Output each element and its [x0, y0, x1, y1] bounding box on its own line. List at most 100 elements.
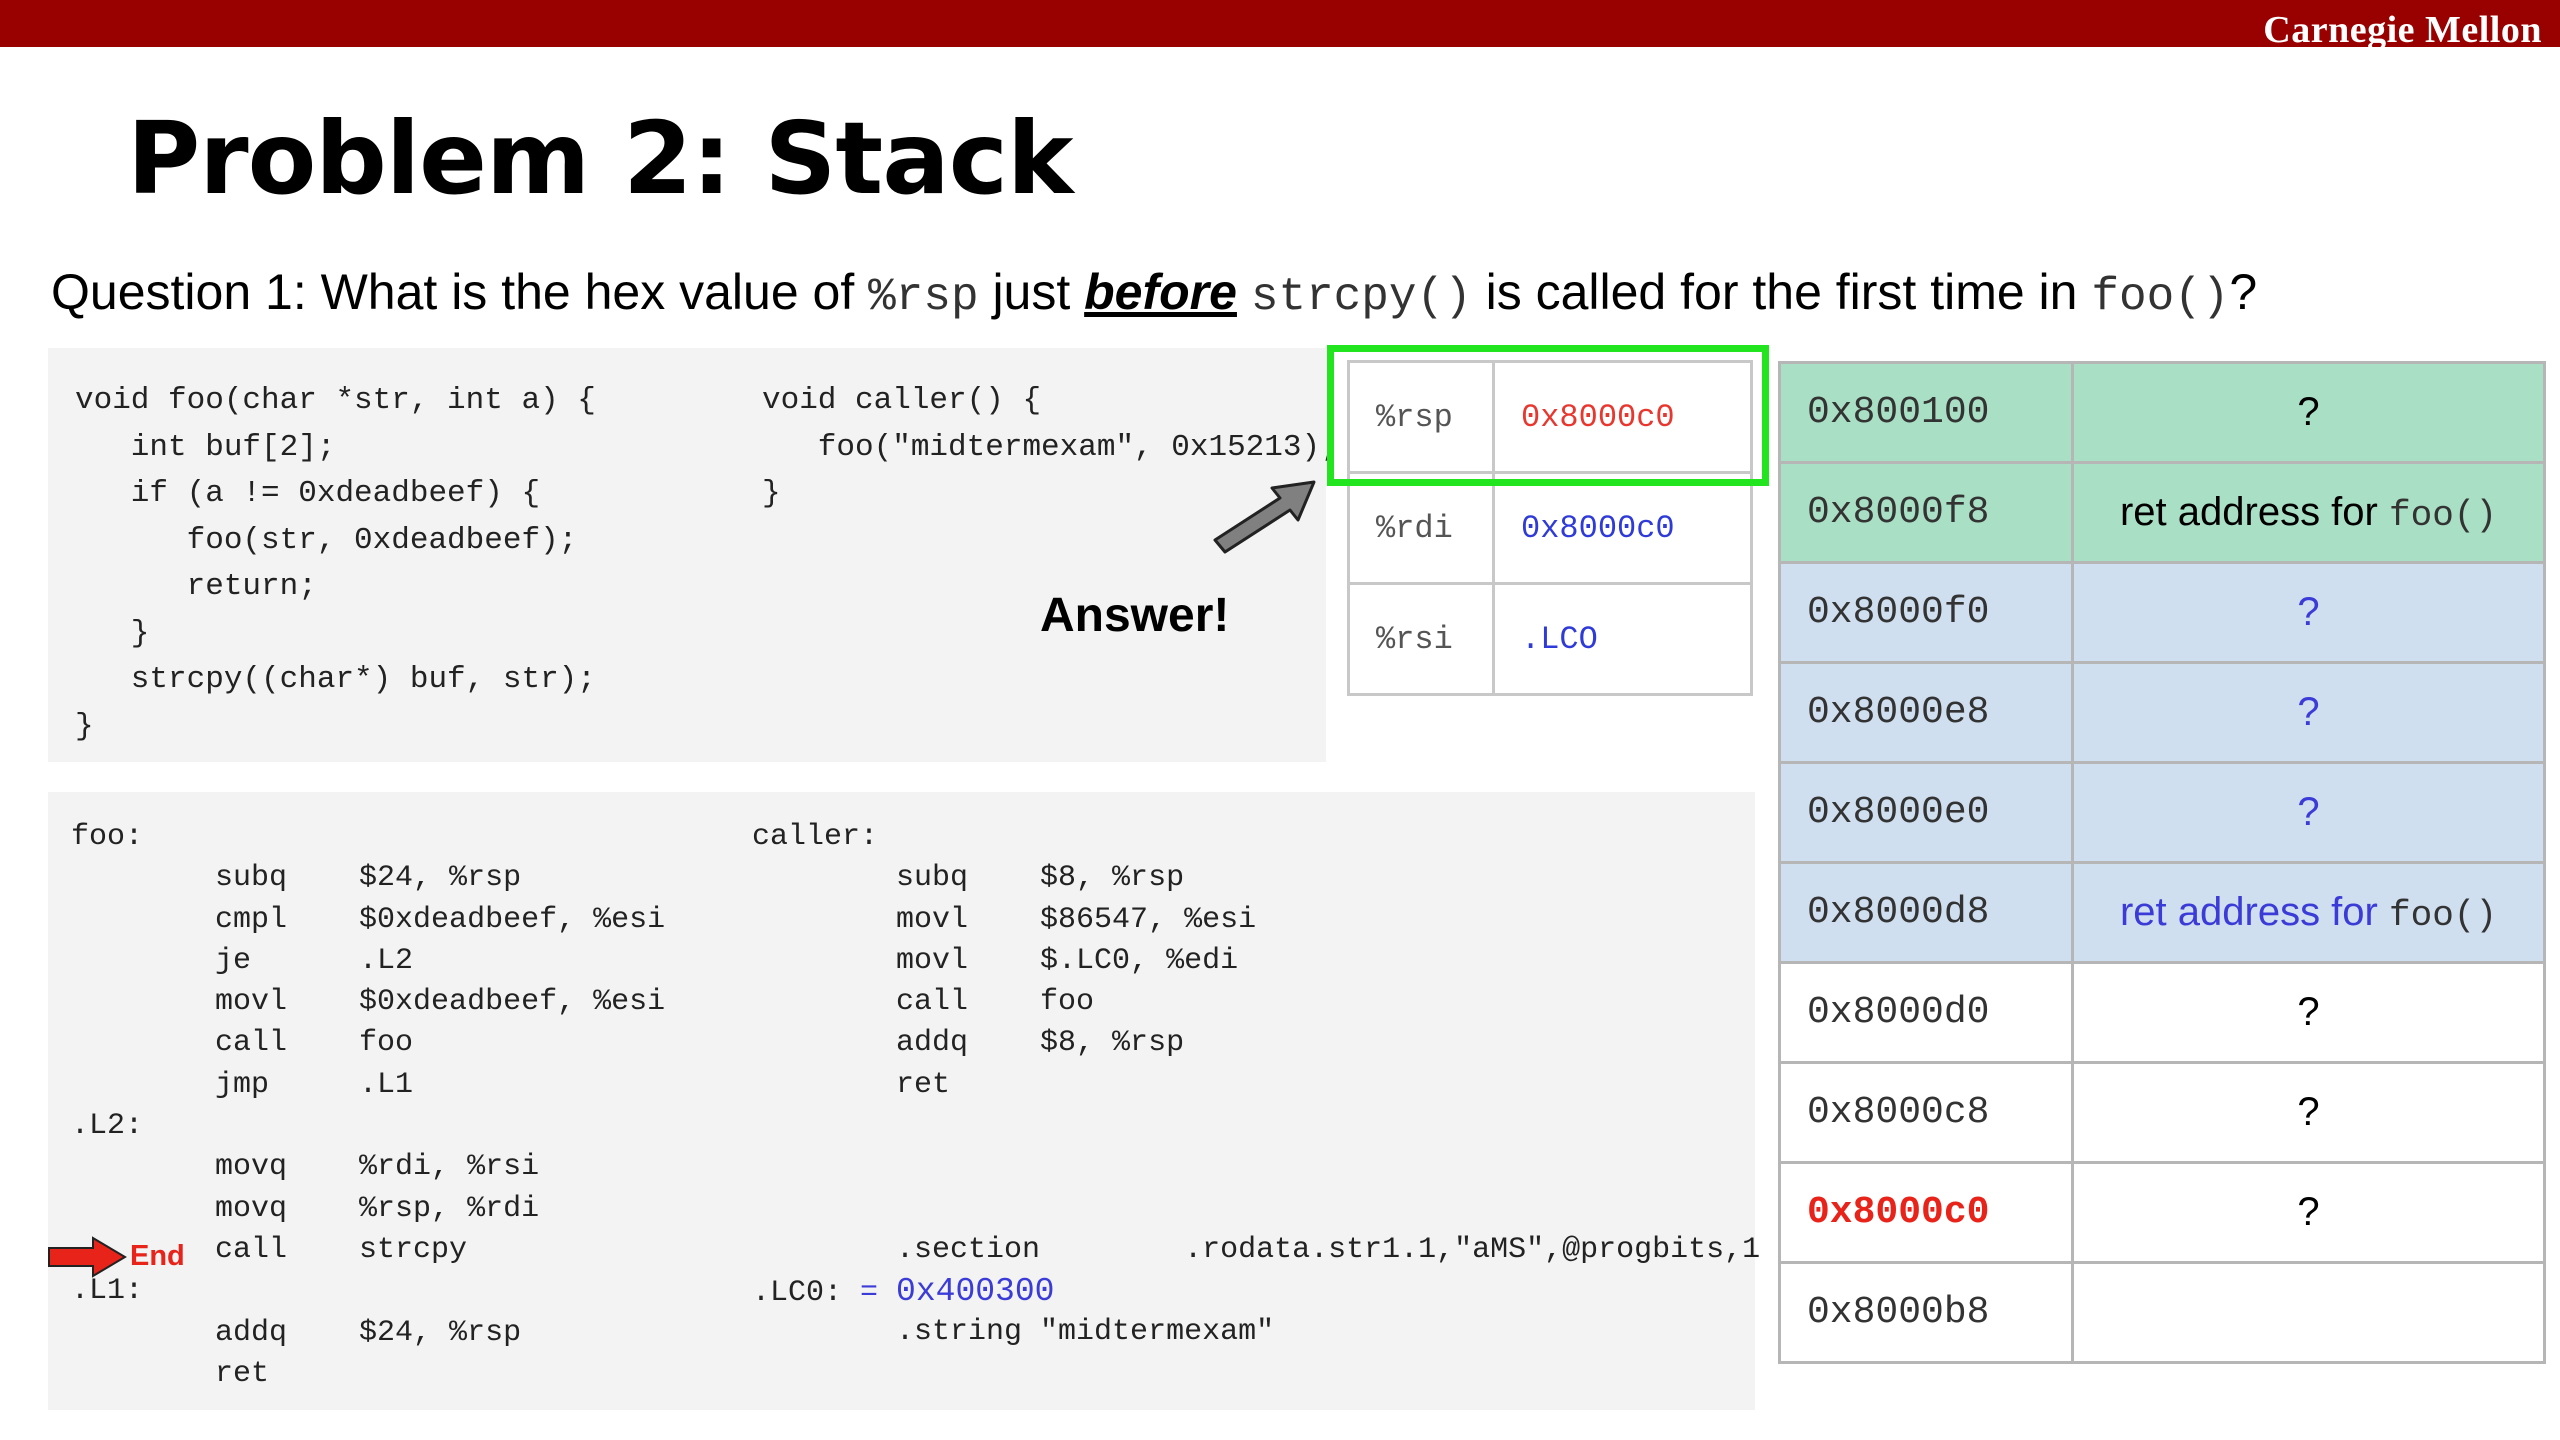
code-line: return;	[75, 569, 317, 604]
stack-content-text: ?	[2297, 790, 2320, 834]
code-line: void caller() {	[762, 383, 1042, 418]
question-prefix: Question 1: What is the hex value of	[51, 264, 869, 320]
register-name: %rsi	[1347, 582, 1495, 696]
answer-highlight-box	[1327, 345, 1769, 486]
question-emphasis: before	[1084, 264, 1237, 320]
code-line: if (a != 0xdeadbeef) {	[75, 476, 541, 511]
lc0-label: .LC0:	[752, 1276, 843, 1310]
lc0-equals: =	[842, 1276, 897, 1310]
code-line: }	[75, 708, 94, 744]
stack-content: ?	[2071, 961, 2546, 1064]
stack-content-text: ?	[2297, 590, 2320, 634]
stack-content-text: ?	[2297, 1090, 2320, 1134]
stack-content: ?	[2071, 661, 2546, 764]
code-line: .section .rodata.str1.1,"aMS",@progbits,…	[752, 1232, 1761, 1267]
lc0-address: 0x400300	[896, 1273, 1055, 1310]
answer-label: Answer!	[1040, 589, 1230, 642]
stack-content-text: ?	[2297, 690, 2320, 734]
end-marker-label: End	[130, 1240, 185, 1272]
code-line: addq $8, %rsp	[752, 1026, 1185, 1061]
stack-address: 0x8000d8	[1778, 861, 2074, 964]
stack-address: 0x8000f0	[1778, 561, 2074, 664]
asm-string-line: .string "midtermexam"	[752, 1315, 1275, 1349]
stack-content: ?	[2071, 1061, 2546, 1164]
stack-content: ret address for foo()	[2071, 861, 2546, 964]
stack-content-text: ret address for	[2119, 489, 2389, 534]
register-value: 0x8000c0	[1492, 471, 1753, 585]
register-row: %rsi .LCO	[1347, 582, 1753, 696]
register-name: %rdi	[1347, 471, 1495, 585]
asm-caller-code: caller: subq $8, %rsp movl $86547, %esi …	[752, 817, 1760, 1271]
stack-address: 0x8000f8	[1778, 461, 2074, 564]
question-function: strcpy()	[1250, 271, 1472, 323]
arrow-pointer-icon	[1213, 480, 1316, 554]
brand-name: Carnegie Mellon	[2263, 9, 2542, 51]
stack-content: ?	[2071, 1161, 2546, 1264]
code-line: ret	[71, 1356, 270, 1391]
code-line: movl $0xdeadbeef, %esi	[71, 985, 666, 1020]
code-line: jmp .L1	[71, 1067, 414, 1102]
c-source-panel: void foo(char *str, int a) { int buf[2];…	[48, 348, 1339, 762]
stack-address: 0x8000d0	[1778, 961, 2074, 1064]
code-line: je .L2	[71, 943, 414, 978]
code-line: }	[762, 476, 781, 511]
stack-row: 0x8000f0?	[1778, 561, 2546, 664]
code-line: movq %rdi, %rsi	[71, 1150, 540, 1185]
register-value: .LCO	[1492, 582, 1753, 696]
stack-address: 0x8000c0	[1778, 1161, 2074, 1264]
stack-address: 0x8000e0	[1778, 761, 2074, 864]
code-line: foo(str, 0xdeadbeef);	[75, 522, 578, 558]
stack-content-text: ?	[2297, 990, 2320, 1034]
asm-lc0-line: .LC0: = 0x400300	[752, 1271, 1054, 1314]
stack-content-function: foo()	[2388, 894, 2498, 936]
question-text: Question 1: What is the hex value of %rs…	[51, 263, 2257, 323]
question-register: %rsp	[868, 271, 979, 323]
slide-title: Problem 2: Stack	[127, 100, 1073, 217]
code-line: .L1:	[71, 1274, 144, 1309]
asm-foo-code: foo: subq $24, %rsp cmpl $0xdeadbeef, %e…	[71, 817, 665, 1395]
code-line: strcpy((char*) buf, str);	[75, 662, 596, 697]
code-line: foo("midtermexam", 0x15213);	[762, 429, 1339, 465]
stack-table: 0x800100? 0x8000f8 ret address for foo() 0x…	[1778, 361, 2546, 1364]
code-line: call foo	[71, 1026, 414, 1061]
question-suffix: ?	[2229, 264, 2258, 320]
stack-address: 0x8000b8	[1778, 1261, 2074, 1364]
stack-row: 0x8000c0?	[1778, 1161, 2546, 1264]
stack-row: 0x800100?	[1778, 361, 2546, 464]
stack-address: 0x8000c8	[1778, 1061, 2074, 1164]
stack-row: 0x8000f8 ret address for foo()	[1778, 461, 2546, 564]
c-foo-code: void foo(char *str, int a) { int buf[2];…	[75, 378, 596, 750]
code-line: }	[75, 615, 150, 651]
code-line: .L2:	[71, 1109, 144, 1144]
code-line: void foo(char *str, int a) {	[75, 383, 596, 418]
stack-content: ret address for foo()	[2071, 461, 2546, 564]
stack-row: 0x8000e8?	[1778, 661, 2546, 764]
code-line: addq $24, %rsp	[71, 1315, 522, 1350]
stack-row: 0x8000b8	[1778, 1261, 2546, 1364]
code-line: movl $86547, %esi	[752, 902, 1257, 937]
code-line: cmpl $0xdeadbeef, %esi	[71, 902, 666, 937]
code-line: int buf[2];	[75, 429, 336, 465]
code-line: call foo	[752, 985, 1095, 1020]
code-line: subq $24, %rsp	[71, 861, 522, 896]
header-bar: Carnegie Mellon	[0, 0, 2560, 51]
stack-content: ?	[2071, 761, 2546, 864]
assembly-panel: foo: subq $24, %rsp cmpl $0xdeadbeef, %e…	[48, 792, 1760, 1410]
stack-address: 0x8000e8	[1778, 661, 2074, 764]
question-function2: foo()	[2091, 271, 2230, 323]
stack-content-function: foo()	[2388, 494, 2498, 536]
code-line: movl $.LC0, %edi	[752, 943, 1239, 978]
question-mid2: is called for the first time in	[1471, 264, 2092, 320]
register-row: %rdi 0x8000c0	[1347, 471, 1753, 585]
code-line: ret	[752, 1067, 951, 1102]
stack-content-text: ret address for	[2119, 889, 2389, 934]
stack-content-text: ?	[2297, 390, 2320, 434]
arrow-right-icon	[48, 1236, 127, 1278]
stack-row: 0x8000d0?	[1778, 961, 2546, 1064]
code-line: foo:	[71, 820, 144, 854]
stack-address: 0x800100	[1778, 361, 2074, 464]
stack-content: ?	[2071, 361, 2546, 464]
stack-row: 0x8000c8?	[1778, 1061, 2546, 1164]
stack-content: ?	[2071, 561, 2546, 664]
code-line: caller:	[752, 820, 879, 854]
